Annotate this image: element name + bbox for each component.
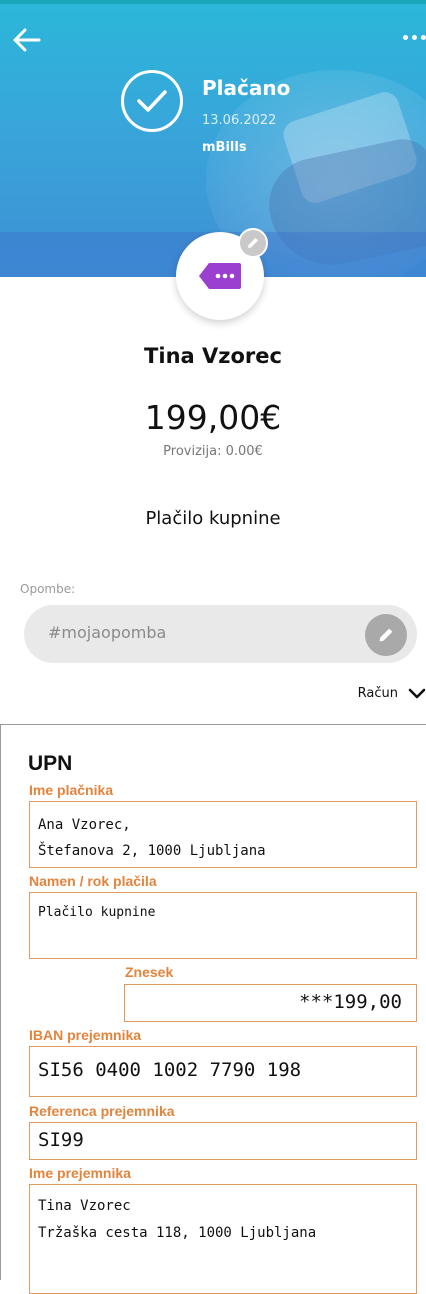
payment-fee: Provizija: 0.00€ (163, 444, 263, 459)
amount-value: ***199,00 (299, 991, 402, 1013)
tag-icon (199, 263, 241, 289)
chevron-down-icon (408, 688, 426, 698)
receipt-toggle[interactable]: Račun (358, 686, 426, 701)
notes-placeholder[interactable]: #mojaopomba (48, 623, 166, 642)
payer-label: Ime plačnika (29, 782, 114, 798)
edit-notes-button[interactable] (365, 614, 407, 656)
notes-label: Opombe: (20, 582, 76, 596)
payer-line-2: Štefanova 2, 1000 Ljubljana (38, 843, 266, 859)
check-circle-icon (121, 70, 183, 132)
more-dot (421, 34, 426, 40)
arrow-left-icon (13, 28, 41, 52)
edit-category-button[interactable] (238, 228, 268, 258)
iban-field: SI56 0400 1002 7790 198 (29, 1046, 417, 1097)
pencil-icon (248, 238, 258, 248)
recipient-label: Ime prejemnika (29, 1165, 131, 1181)
purpose-field: Plačilo kupnine (29, 892, 417, 959)
payment-amount: 199,00€ (144, 398, 282, 437)
recipient-line-1: Tina Vzorec (38, 1198, 131, 1214)
recipient-name: Tina Vzorec (144, 344, 282, 368)
status-bar-strip (0, 0, 426, 4)
payment-provider: mBills (202, 140, 247, 155)
iban-value: SI56 0400 1002 7790 198 (38, 1059, 302, 1081)
recipient-line-2: Tržaška cesta 118, 1000 Ljubljana (38, 1225, 317, 1241)
back-button[interactable] (10, 24, 42, 56)
more-options-button[interactable] (396, 30, 426, 44)
upn-title: UPN (28, 752, 73, 775)
notes-field[interactable]: #mojaopomba (24, 605, 417, 663)
payer-field: Ana Vzorec, Štefanova 2, 1000 Ljubljana (29, 801, 417, 868)
amount-field: ***199,00 (124, 984, 417, 1022)
amount-label: Znesek (125, 964, 174, 980)
iban-label: IBAN prejemnika (29, 1027, 142, 1043)
payment-status: Plačano (202, 76, 291, 100)
receipt-toggle-label: Račun (357, 686, 398, 701)
pencil-icon (379, 628, 393, 642)
check-icon (137, 90, 167, 112)
reference-value: SI99 (38, 1129, 84, 1151)
payment-purpose: Plačilo kupnine (145, 508, 281, 529)
payment-date: 13.06.2022 (202, 113, 277, 128)
more-dots-icon (403, 34, 408, 40)
more-dot (412, 34, 417, 40)
reference-field: SI99 (29, 1122, 417, 1160)
recipient-field: Tina Vzorec Tržaška cesta 118, 1000 Ljub… (29, 1184, 417, 1294)
payer-line-1: Ana Vzorec, (38, 817, 131, 833)
purpose-label: Namen / rok plačila (29, 873, 157, 889)
reference-label: Referenca prejemnika (29, 1103, 175, 1119)
purpose-value: Plačilo kupnine (38, 905, 156, 920)
